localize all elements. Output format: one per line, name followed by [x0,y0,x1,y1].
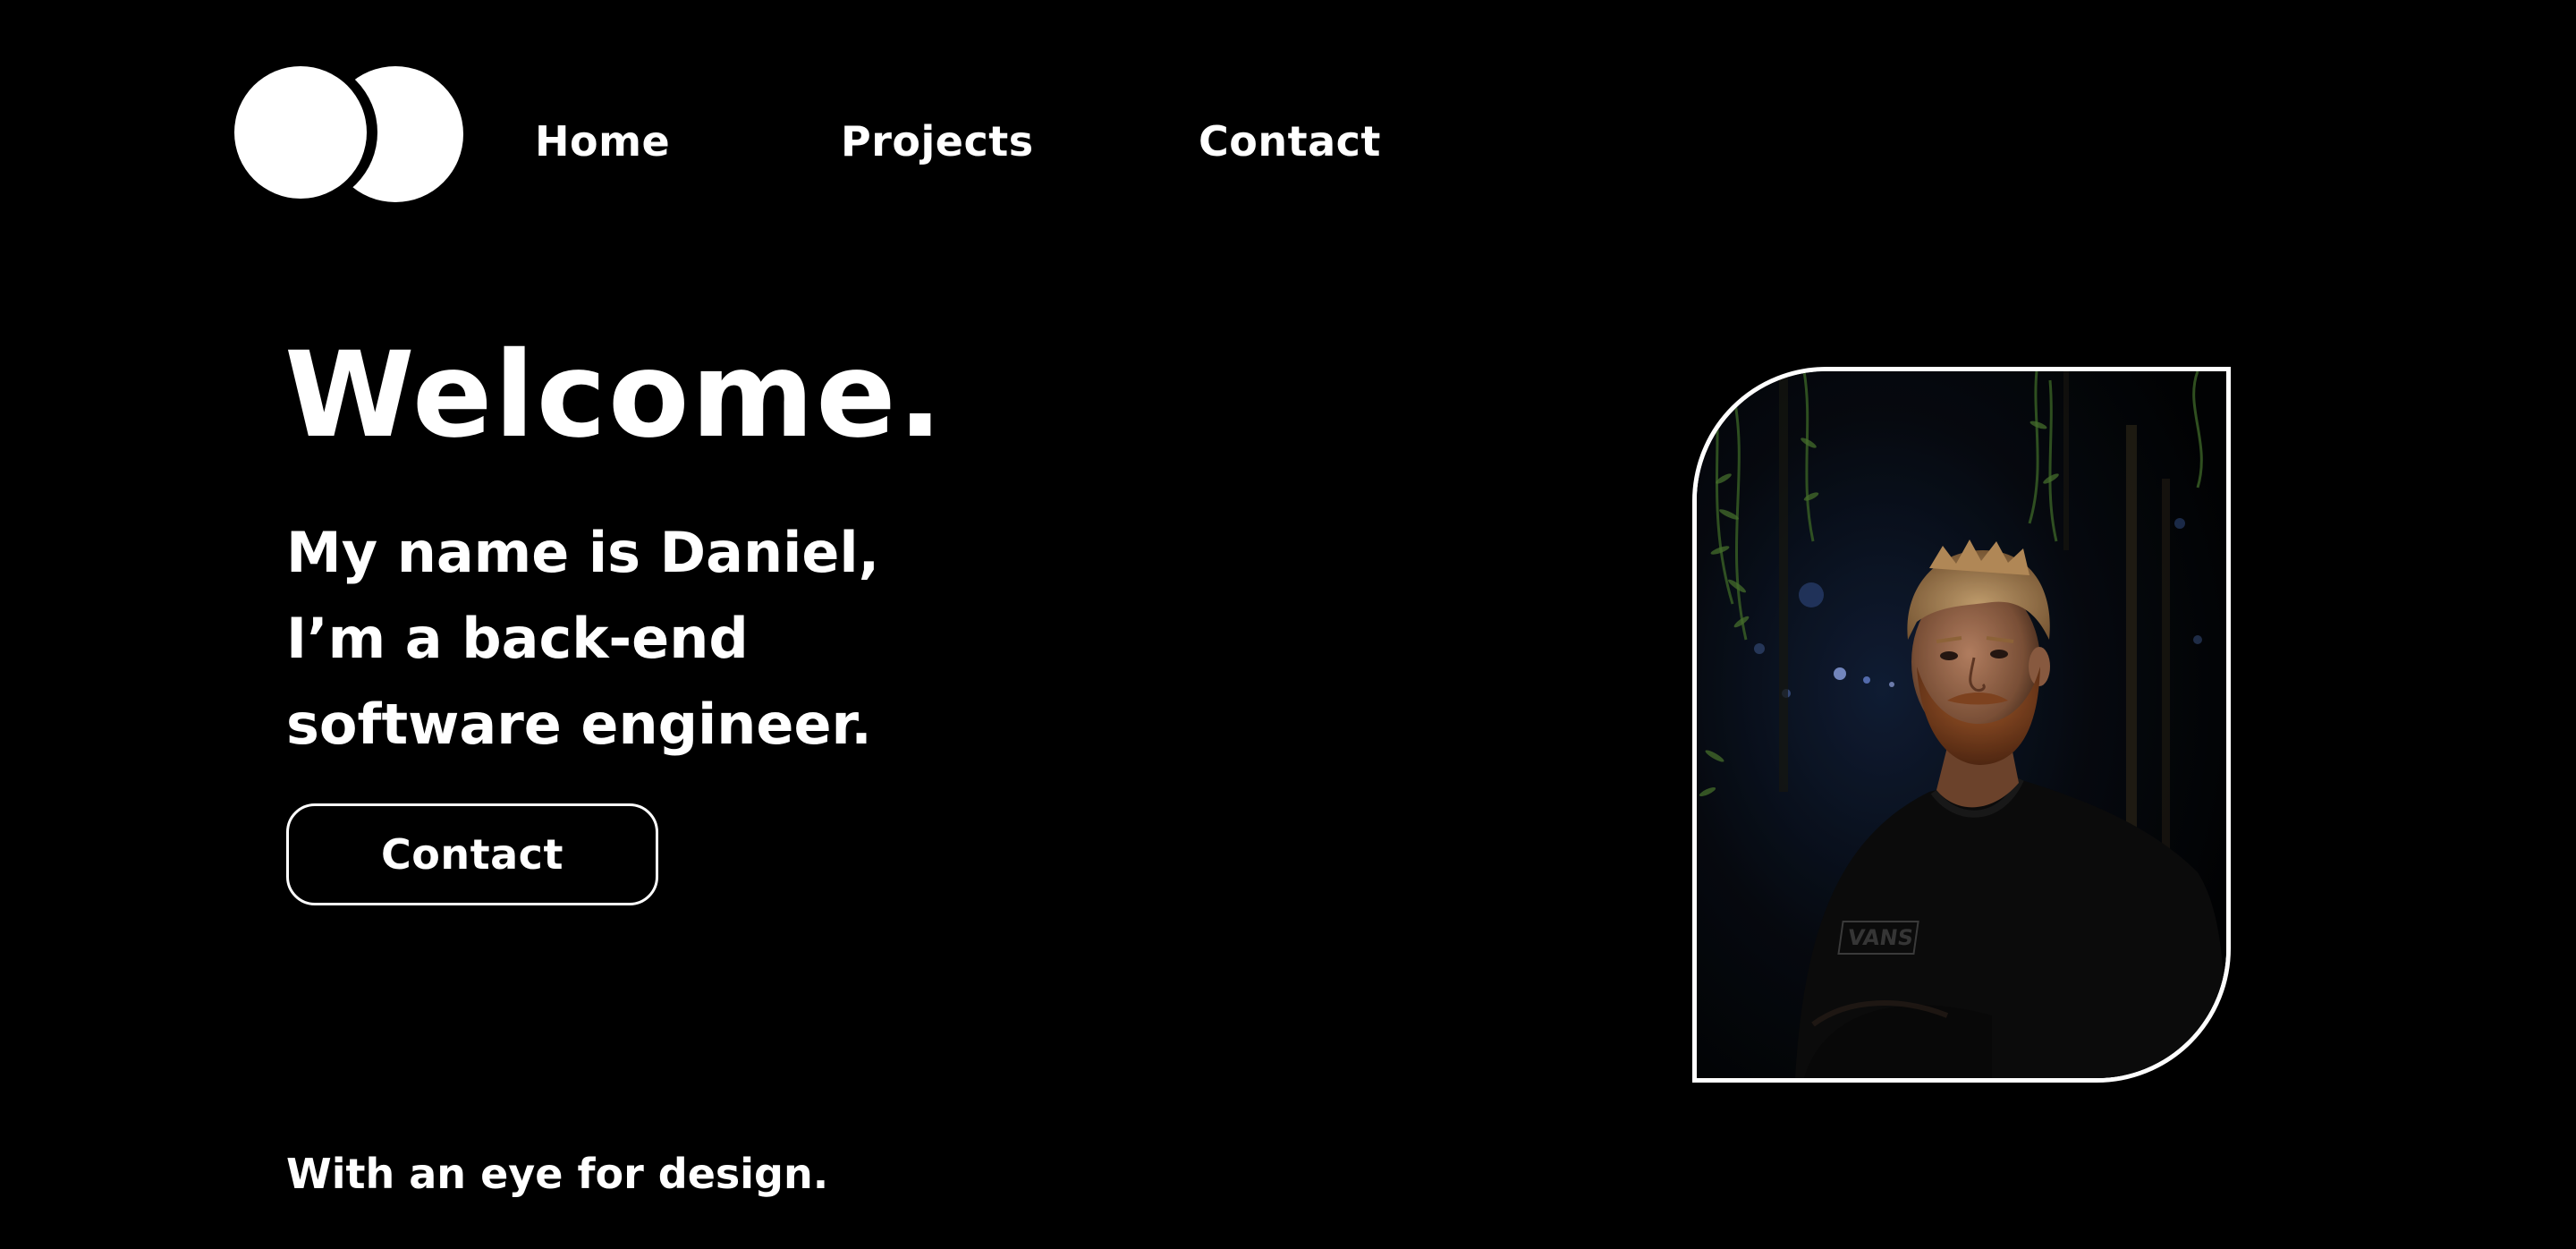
nav-link-projects[interactable]: Projects [841,106,1034,177]
site-logo[interactable] [234,64,465,204]
contact-button[interactable]: Contact [286,803,658,905]
portrait-image: VANS [1697,371,2226,1078]
hero-intro-line: My name is Daniel, [286,520,880,585]
hero-intro-line: I’m a back-end [286,606,749,671]
nav-link-home[interactable]: Home [535,106,670,177]
page: Home Projects Contact Welcome. My name i… [0,0,2576,1249]
nav-link-contact[interactable]: Contact [1199,106,1381,177]
hero-intro-line: software engineer. [286,692,872,757]
hero-title: Welcome. [284,327,945,464]
portrait-photo: VANS [1692,367,2231,1083]
two-circles-logo-icon [234,64,463,204]
tagline: With an eye for design. [286,1150,829,1198]
hero-intro: My name is Daniel, I’m a back-end softwa… [286,510,966,768]
